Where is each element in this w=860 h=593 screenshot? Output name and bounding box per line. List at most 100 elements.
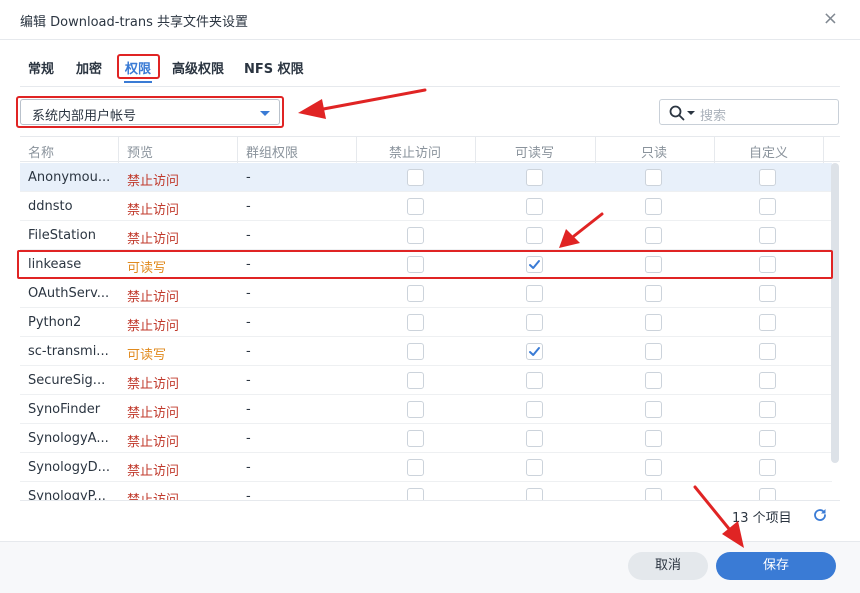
read-write-checkbox[interactable] bbox=[526, 343, 543, 360]
read-only-checkbox[interactable] bbox=[645, 285, 662, 302]
read-only-checkbox[interactable] bbox=[645, 401, 662, 418]
read-only-checkbox[interactable] bbox=[645, 430, 662, 447]
read-only-checkbox[interactable] bbox=[645, 488, 662, 500]
deny-checkbox[interactable] bbox=[407, 430, 424, 447]
dialog-titlebar: 编辑 Download-trans 共享文件夹设置 × bbox=[0, 0, 860, 40]
table-row[interactable]: SynologyP... 禁止访问 - bbox=[20, 482, 832, 500]
table-row[interactable]: Python2 禁止访问 - bbox=[20, 308, 832, 337]
group-permission: - bbox=[246, 228, 251, 243]
table-row[interactable]: SynoFinder 禁止访问 - bbox=[20, 395, 832, 424]
read-only-checkbox[interactable] bbox=[645, 372, 662, 389]
tab-separator bbox=[20, 86, 840, 87]
grid-header: 名称 预览 群组权限 禁止访问 可读写 只读 自定义 bbox=[20, 136, 840, 163]
read-only-checkbox[interactable] bbox=[645, 227, 662, 244]
search-filter-caret-icon[interactable] bbox=[687, 111, 695, 115]
column-divider bbox=[118, 137, 119, 163]
custom-checkbox[interactable] bbox=[759, 459, 776, 476]
deny-checkbox[interactable] bbox=[407, 285, 424, 302]
permission-preview: 禁止访问 bbox=[127, 464, 180, 479]
table-row[interactable]: OAuthServ... 禁止访问 - bbox=[20, 279, 832, 308]
custom-checkbox[interactable] bbox=[759, 401, 776, 418]
read-only-checkbox[interactable] bbox=[645, 459, 662, 476]
column-header-custom[interactable]: 自定义 bbox=[749, 142, 788, 161]
custom-checkbox[interactable] bbox=[759, 430, 776, 447]
permission-preview: 禁止访问 bbox=[127, 489, 179, 500]
permission-preview: 禁止访问 bbox=[127, 406, 180, 421]
column-header-group-permission[interactable]: 群组权限 bbox=[246, 142, 298, 161]
user-name: SynoFinder bbox=[28, 402, 101, 417]
deny-checkbox[interactable] bbox=[407, 343, 424, 360]
group-permission: - bbox=[246, 489, 251, 500]
read-only-checkbox[interactable] bbox=[645, 314, 662, 331]
custom-checkbox[interactable] bbox=[759, 488, 776, 500]
custom-checkbox[interactable] bbox=[759, 169, 776, 186]
read-only-checkbox[interactable] bbox=[645, 198, 662, 215]
active-tab-indicator bbox=[124, 81, 152, 83]
column-divider bbox=[823, 137, 824, 163]
custom-checkbox[interactable] bbox=[759, 314, 776, 331]
custom-checkbox[interactable] bbox=[759, 343, 776, 360]
read-write-checkbox[interactable] bbox=[526, 430, 543, 447]
deny-checkbox[interactable] bbox=[407, 314, 424, 331]
read-only-checkbox[interactable] bbox=[645, 169, 662, 186]
tab-encryption[interactable]: 加密 bbox=[76, 58, 102, 77]
cancel-button[interactable]: 取消 bbox=[628, 552, 708, 580]
custom-checkbox[interactable] bbox=[759, 285, 776, 302]
custom-checkbox[interactable] bbox=[759, 198, 776, 215]
column-header-preview[interactable]: 预览 bbox=[127, 142, 153, 161]
custom-checkbox[interactable] bbox=[759, 372, 776, 389]
table-row[interactable]: FileStation 禁止访问 - bbox=[20, 221, 832, 250]
deny-checkbox[interactable] bbox=[407, 198, 424, 215]
close-icon[interactable]: × bbox=[823, 10, 838, 28]
deny-checkbox[interactable] bbox=[407, 488, 424, 500]
grid-footer-divider bbox=[20, 500, 840, 501]
table-row[interactable]: sc-transmi... 可读写 - bbox=[20, 337, 832, 366]
tab-advanced-permissions[interactable]: 高级权限 bbox=[172, 58, 224, 77]
search-input[interactable]: 搜索 bbox=[659, 99, 839, 125]
custom-checkbox[interactable] bbox=[759, 227, 776, 244]
search-icon[interactable] bbox=[669, 105, 685, 125]
tab-nfs-permissions[interactable]: NFS 权限 bbox=[244, 58, 304, 77]
deny-checkbox[interactable] bbox=[407, 401, 424, 418]
annotation-row-highlight bbox=[17, 250, 833, 279]
deny-checkbox[interactable] bbox=[407, 227, 424, 244]
read-write-checkbox[interactable] bbox=[526, 198, 543, 215]
table-row[interactable]: SynologyD... 禁止访问 - bbox=[20, 453, 832, 482]
item-count: 13 个项目 bbox=[732, 511, 792, 526]
save-button[interactable]: 保存 bbox=[716, 552, 836, 580]
deny-checkbox[interactable] bbox=[407, 169, 424, 186]
group-permission: - bbox=[246, 344, 251, 359]
read-write-checkbox[interactable] bbox=[526, 314, 543, 331]
annotation-arrow-to-select bbox=[298, 88, 427, 119]
deny-checkbox[interactable] bbox=[407, 459, 424, 476]
deny-checkbox[interactable] bbox=[407, 372, 424, 389]
dialog-title: 编辑 Download-trans 共享文件夹设置 bbox=[20, 15, 248, 30]
column-divider bbox=[475, 137, 476, 163]
permission-preview: 可读写 bbox=[127, 348, 167, 363]
read-write-checkbox[interactable] bbox=[526, 169, 543, 186]
read-write-checkbox[interactable] bbox=[526, 488, 543, 500]
read-write-checkbox[interactable] bbox=[526, 459, 543, 476]
annotation-tab-highlight bbox=[117, 54, 160, 79]
column-header-read-only[interactable]: 只读 bbox=[641, 142, 667, 161]
read-write-checkbox[interactable] bbox=[526, 372, 543, 389]
tab-general[interactable]: 常规 bbox=[28, 58, 54, 77]
column-header-read-write[interactable]: 可读写 bbox=[515, 142, 554, 161]
table-row[interactable]: Anonymou... 禁止访问 - bbox=[20, 163, 832, 192]
grid-scrollbar[interactable] bbox=[831, 163, 839, 463]
user-name: SynologyP... bbox=[28, 489, 106, 500]
group-permission: - bbox=[246, 199, 251, 214]
read-write-checkbox[interactable] bbox=[526, 227, 543, 244]
group-permission: - bbox=[246, 460, 251, 475]
read-only-checkbox[interactable] bbox=[645, 343, 662, 360]
column-divider bbox=[237, 137, 238, 163]
table-row[interactable]: SynologyA... 禁止访问 - bbox=[20, 424, 832, 453]
group-permission: - bbox=[246, 431, 251, 446]
column-header-name[interactable]: 名称 bbox=[28, 142, 54, 161]
read-write-checkbox[interactable] bbox=[526, 285, 543, 302]
table-row[interactable]: SecureSig... 禁止访问 - bbox=[20, 366, 832, 395]
column-header-deny[interactable]: 禁止访问 bbox=[389, 142, 441, 161]
table-row[interactable]: ddnsto 禁止访问 - bbox=[20, 192, 832, 221]
refresh-icon[interactable] bbox=[812, 507, 828, 527]
read-write-checkbox[interactable] bbox=[526, 401, 543, 418]
